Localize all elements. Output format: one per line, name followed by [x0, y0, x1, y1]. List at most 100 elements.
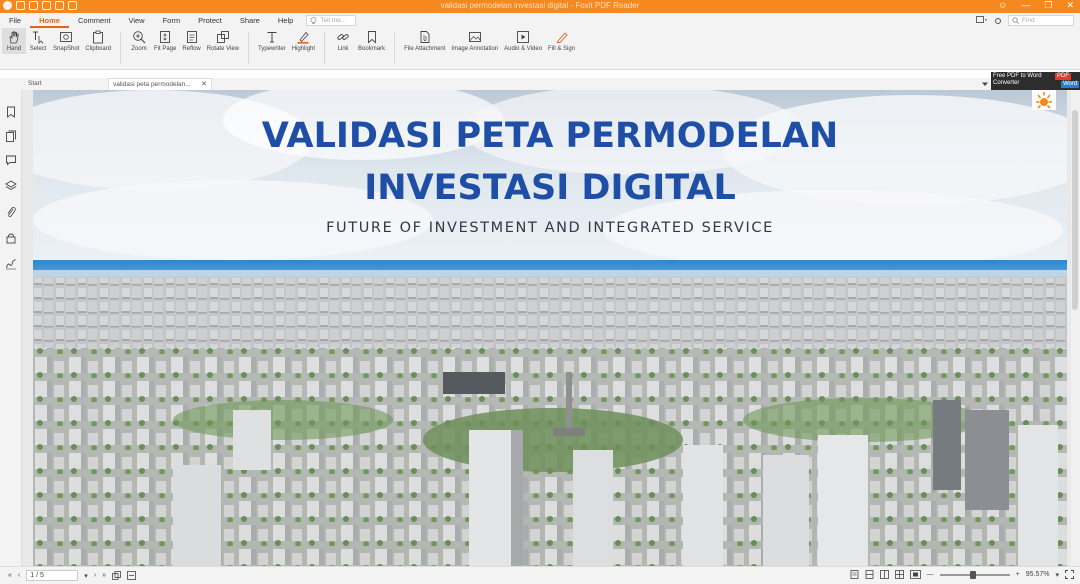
- select-icon: [33, 31, 44, 44]
- tab-list-dropdown-icon[interactable]: [981, 80, 989, 88]
- bookmarks-panel-icon[interactable]: [5, 106, 17, 118]
- security-panel-icon[interactable]: [5, 232, 17, 244]
- clipboard-label: Clipboard: [85, 46, 112, 52]
- layers-panel-icon[interactable]: [5, 180, 17, 192]
- continuous-facing-view-icon[interactable]: [894, 570, 904, 579]
- continuous-view-icon[interactable]: [865, 570, 874, 579]
- page-navigation: « ‹ 1 / 5 ▾ › »: [8, 570, 136, 581]
- typewriter-tool-button[interactable]: Typewriter: [255, 28, 289, 54]
- file-attachment-label: File Attachment: [404, 46, 446, 52]
- page-subtitle: FUTURE OF INVESTMENT AND INTEGRATED SERV…: [326, 220, 774, 236]
- fill-sign-tool-button[interactable]: Fill & Sign: [545, 28, 578, 54]
- select-tool-button[interactable]: Select: [26, 28, 50, 54]
- ad-line1: Free PDF to Word: [993, 73, 1042, 79]
- menu-help[interactable]: Help: [269, 13, 302, 28]
- maximize-button[interactable]: ❐: [1044, 0, 1052, 11]
- search-icon: [1012, 17, 1019, 24]
- page-dropdown-icon[interactable]: ▾: [84, 572, 88, 580]
- window-title: validasi permodelan investasi digital - …: [440, 1, 640, 10]
- tell-me-box[interactable]: Tell me...: [306, 15, 357, 26]
- rotate-view-label: Rotate View: [206, 46, 239, 52]
- tell-me-placeholder: Tell me...: [320, 17, 347, 24]
- hand-tool-button[interactable]: Hand: [2, 28, 26, 54]
- display-options-icon[interactable]: [976, 16, 988, 25]
- export-page-icon[interactable]: [127, 571, 136, 580]
- hand-label: Hand: [6, 46, 22, 52]
- reflow-tool-button[interactable]: Reflow: [179, 28, 203, 54]
- account-icon[interactable]: ☺: [998, 0, 1007, 11]
- scrollbar-thumb[interactable]: [1072, 110, 1078, 310]
- minimize-button[interactable]: —: [1021, 0, 1030, 11]
- clipboard-tool-button[interactable]: Clipboard: [82, 28, 114, 54]
- find-input[interactable]: Find: [1008, 15, 1074, 26]
- left-navigation-panel: [0, 90, 22, 566]
- tab-start-label: Start: [28, 80, 42, 87]
- city-aerial-image: [33, 90, 1067, 566]
- ad-line2: Converter: [993, 80, 1020, 86]
- document-tab-strip: Start validasi peta permodelan... ✕: [0, 78, 1080, 90]
- pages-panel-icon[interactable]: [5, 130, 17, 142]
- lightbulb-icon: [310, 16, 317, 24]
- typewriter-label: Typewriter: [258, 46, 286, 52]
- fill-sign-icon: [556, 32, 568, 43]
- zoom-level[interactable]: 95.57%: [1026, 571, 1050, 578]
- last-page-icon[interactable]: »: [102, 572, 106, 579]
- image-annotation-label: Image Annotation: [451, 46, 499, 52]
- page-number-input[interactable]: 1 / 5: [26, 570, 79, 581]
- tab-document[interactable]: validasi peta permodelan... ✕: [108, 78, 212, 90]
- previous-page-icon[interactable]: ‹: [18, 572, 20, 579]
- page-title-line1: VALIDASI PETA PERMODELAN: [261, 116, 839, 156]
- audio-video-tool-button[interactable]: Audio & Video: [501, 28, 545, 54]
- menu-bar: File Home Comment View Form Protect Shar…: [0, 13, 1080, 28]
- page-title-line2: INVESTASI DIGITAL: [364, 168, 736, 208]
- document-viewport[interactable]: VALIDASI PETA PERMODELAN INVESTASI DIGIT…: [22, 90, 1080, 566]
- ribbon-separator: [120, 32, 122, 64]
- bookmark-icon: [367, 31, 376, 44]
- zoom-dropdown-icon[interactable]: ▾: [1055, 571, 1059, 579]
- zoom-in-button[interactable]: +: [1016, 571, 1020, 578]
- image-annotation-tool-button[interactable]: Image Annotation: [448, 28, 501, 54]
- ribbon-separator: [394, 32, 396, 64]
- highlight-tool-button[interactable]: Highlight: [289, 28, 318, 54]
- attachments-panel-icon[interactable]: [5, 206, 17, 218]
- fullscreen-icon[interactable]: [1065, 570, 1074, 579]
- pdf-to-word-ad[interactable]: Free PDF to Word Converter PDF Word: [991, 72, 1080, 90]
- find-placeholder: Find: [1022, 17, 1035, 24]
- menu-comment[interactable]: Comment: [69, 13, 120, 28]
- menu-share[interactable]: Share: [231, 13, 269, 28]
- tab-start[interactable]: Start: [24, 78, 106, 90]
- bookmark-label: Bookmark: [358, 46, 386, 52]
- first-page-icon[interactable]: «: [8, 572, 12, 579]
- zoom-tool-button[interactable]: Zoom: [127, 28, 151, 54]
- fit-page-tool-button[interactable]: Fit Page: [151, 28, 179, 54]
- link-tool-button[interactable]: Link: [331, 28, 355, 54]
- single-page-view-icon[interactable]: [850, 570, 859, 579]
- highlight-label: Highlight: [291, 46, 316, 52]
- signature-panel-icon[interactable]: [5, 258, 17, 270]
- rotate-view-tool-button[interactable]: Rotate View: [204, 28, 242, 54]
- file-attachment-tool-button[interactable]: File Attachment: [401, 28, 448, 54]
- comments-panel-icon[interactable]: [5, 154, 17, 166]
- hand-icon: [9, 31, 19, 44]
- snapshot-label: SnapShot: [53, 46, 80, 52]
- menu-home[interactable]: Home: [30, 13, 69, 28]
- facing-view-icon[interactable]: [879, 570, 889, 579]
- zoom-slider[interactable]: [939, 570, 1010, 579]
- menu-view[interactable]: View: [119, 13, 153, 28]
- next-page-icon[interactable]: ›: [94, 572, 96, 579]
- link-label: Link: [337, 46, 349, 52]
- menu-protect[interactable]: Protect: [189, 13, 231, 28]
- menu-file[interactable]: File: [0, 13, 30, 28]
- copy-page-icon[interactable]: [112, 571, 121, 580]
- ad-word-badge: Word: [1061, 81, 1080, 88]
- zoom-slider-knob[interactable]: [970, 570, 977, 579]
- typewriter-icon: [267, 32, 277, 43]
- zoom-out-button[interactable]: —: [927, 571, 934, 578]
- menu-form[interactable]: Form: [154, 13, 190, 28]
- vertical-scrollbar[interactable]: [1071, 90, 1080, 566]
- fit-width-icon[interactable]: [909, 570, 921, 579]
- settings-icon[interactable]: [994, 17, 1002, 25]
- snapshot-tool-button[interactable]: SnapShot: [50, 28, 82, 54]
- bookmark-tool-button[interactable]: Bookmark: [355, 28, 388, 54]
- close-button[interactable]: ✕: [1066, 0, 1074, 11]
